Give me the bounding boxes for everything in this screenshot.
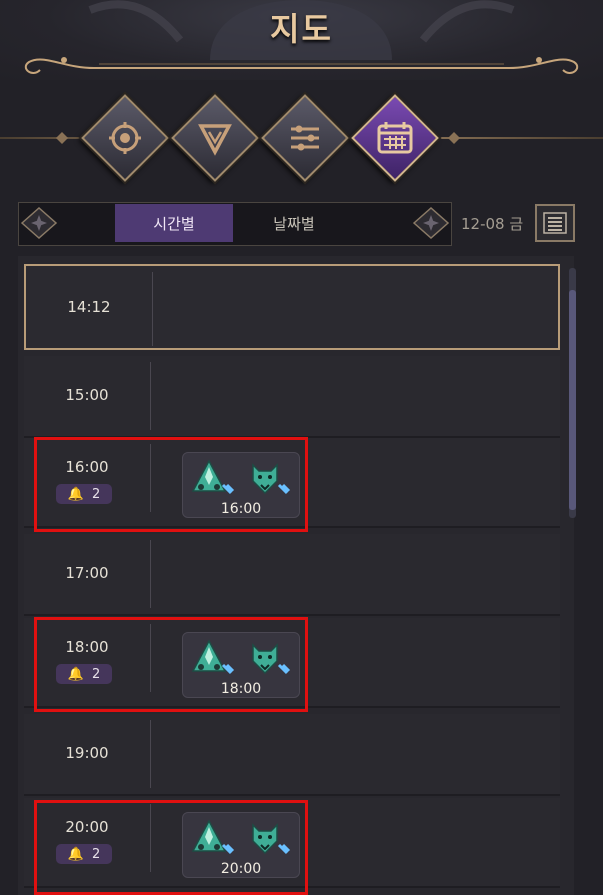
row-time: 18:00	[65, 638, 109, 656]
sliders-icon	[291, 125, 319, 151]
alarm-count: 2	[91, 846, 101, 862]
event-time: 20:00	[220, 861, 262, 877]
crystal-boss-icon	[191, 819, 235, 855]
bell-icon: 🔔	[67, 846, 84, 862]
toggle-left-ornament-icon	[20, 206, 58, 240]
alarm-count: 2	[91, 666, 101, 682]
event-card[interactable]: 18:00	[182, 632, 300, 698]
timeline-list: 14:12 15:00 16:00 🔔 2 16:00 17:00 18:00 …	[18, 256, 574, 895]
event-time: 18:00	[220, 681, 262, 697]
list-icon	[543, 212, 567, 234]
rail-left-gem-icon	[56, 132, 68, 144]
current-time: 14:12	[67, 298, 111, 316]
triangle-icon	[198, 124, 232, 156]
event-card[interactable]: 20:00	[182, 812, 300, 878]
alarm-count: 2	[91, 486, 101, 502]
row-time: 16:00	[65, 458, 109, 476]
timeline-row: 18:00 🔔 2 18:00	[24, 618, 560, 708]
timeline-row: 20:00 🔔 2 20:00	[24, 798, 560, 888]
scrollbar-thumb[interactable]	[569, 290, 576, 510]
tab-calendar[interactable]	[351, 94, 439, 182]
calendar-icon	[377, 122, 413, 154]
toggle-by-date[interactable]: 날짜별	[235, 204, 353, 242]
row-time: 17:00	[65, 564, 109, 582]
timeline-row: 17:00	[24, 534, 560, 616]
list-view-button[interactable]	[535, 204, 575, 242]
rail-right-gem-icon	[448, 132, 460, 144]
title-ornament	[24, 57, 579, 74]
row-time: 15:00	[65, 386, 109, 404]
crystal-boss-icon	[191, 459, 235, 495]
tab-compass[interactable]	[81, 94, 169, 182]
wolf-boss-icon	[252, 463, 291, 495]
timeline-row: 15:00	[24, 356, 560, 438]
row-time: 20:00	[65, 818, 109, 836]
wolf-boss-icon	[252, 823, 291, 855]
current-time-row: 14:12	[24, 264, 560, 350]
timeline-row: 19:00	[24, 714, 560, 796]
timeline-row: 16:00 🔔 2 16:00	[24, 438, 560, 528]
event-time: 16:00	[220, 501, 262, 517]
crystal-boss-icon	[191, 639, 235, 675]
toggle-by-time[interactable]: 시간별	[115, 204, 233, 242]
bell-icon: 🔔	[67, 666, 84, 682]
event-card[interactable]: 16:00	[182, 452, 300, 518]
tab-filter[interactable]	[261, 94, 349, 182]
row-time: 19:00	[65, 744, 109, 762]
date-label: 12-08 금	[461, 215, 524, 233]
alarm-badge[interactable]: 🔔 2	[56, 844, 112, 864]
compass-icon	[109, 122, 141, 154]
toggle-right-ornament-icon	[412, 206, 450, 240]
tab-triangle[interactable]	[171, 94, 259, 182]
alarm-badge[interactable]: 🔔 2	[56, 664, 112, 684]
bell-icon: 🔔	[67, 486, 84, 502]
alarm-badge[interactable]: 🔔 2	[56, 484, 112, 504]
wolf-boss-icon	[252, 643, 291, 675]
